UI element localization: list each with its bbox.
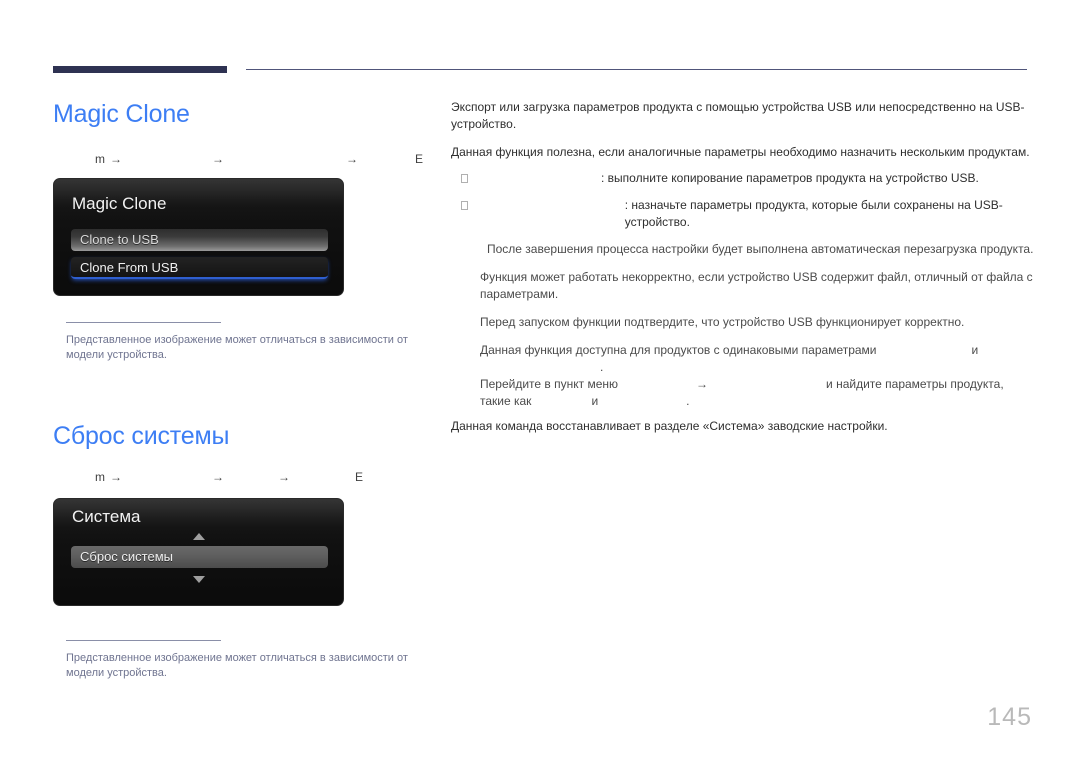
- osd-panel-system: Система Сброс системы: [53, 498, 344, 606]
- osd-item-clone-to-usb[interactable]: Clone to USB: [71, 229, 328, 251]
- magic-clone-intro-paragraph: Экспорт или загрузка параметров продукта…: [451, 100, 1025, 131]
- system-reset-intro-paragraph: Данная команда восстанавливает в разделе…: [451, 419, 888, 433]
- figure-caption-magic-clone: Представленное изображение может отличат…: [66, 322, 436, 363]
- menu-path-arrow-3: →: [278, 470, 290, 484]
- compat-inline-arrow-icon: →: [696, 377, 709, 391]
- magic-clone-note-2: Перед запуском функции подтвердите, что …: [480, 315, 965, 329]
- menu-enter-icon: E: [415, 152, 424, 166]
- caption-rule: [66, 640, 221, 641]
- compat-line1-and: и: [971, 343, 979, 357]
- menu-enter-icon: E: [355, 470, 364, 484]
- bullet-missing-glyph-icon: [461, 174, 468, 183]
- menu-path-arrow-3: →: [346, 152, 358, 166]
- magic-clone-usefulness-paragraph: Данная функция полезна, если аналогичные…: [451, 145, 1030, 159]
- page-title-magic-clone: Magic Clone: [53, 100, 190, 128]
- compat-line1-text: Данная функция доступна для продуктов с …: [480, 343, 877, 357]
- osd-title-magic-clone: Magic Clone: [72, 194, 167, 213]
- osd-item-system-reset[interactable]: Сброс системы: [71, 546, 328, 568]
- compat-line3-end: .: [686, 394, 690, 408]
- osd-panel-magic-clone: Magic Clone Clone to USB Clone From USB: [53, 178, 344, 296]
- header-rule: [246, 69, 1027, 70]
- menu-home-icon: m: [95, 152, 105, 166]
- compat-line2-text: Перейдите в пункт меню: [480, 377, 619, 391]
- menu-home-icon: m: [95, 470, 105, 484]
- figure-caption-system-reset: Представленное изображение может отличат…: [66, 640, 436, 681]
- magic-clone-note-1: Функция может работать некорректно, если…: [480, 270, 1033, 301]
- menu-path-arrow-1: →: [110, 470, 122, 484]
- header-accent-bar: [53, 66, 227, 73]
- osd-item-clone-from-usb[interactable]: Clone From USB: [71, 257, 328, 279]
- osd-scroll-up-icon[interactable]: [192, 533, 205, 540]
- list-item: : назначьте параметры продукта, которые …: [451, 197, 1051, 231]
- magic-clone-compat-note: Данная функция доступна для продуктов с …: [451, 342, 1051, 410]
- menu-path-system-reset: m → → → E: [95, 470, 455, 486]
- bullet-missing-glyph-icon: [461, 201, 468, 210]
- menu-path-arrow-2: →: [212, 470, 224, 484]
- compat-line3-and: и: [591, 394, 599, 408]
- bullet-text-1: : выполните копирование параметров проду…: [601, 171, 979, 185]
- menu-path-arrow-1: →: [110, 152, 122, 166]
- body-column-magic-clone: Экспорт или загрузка параметров продукта…: [451, 99, 1051, 421]
- list-item: : выполните копирование параметров проду…: [451, 170, 1051, 187]
- body-column-system-reset: Данная команда восстанавливает в разделе…: [451, 418, 1051, 446]
- osd-scroll-down-icon[interactable]: [192, 576, 205, 583]
- magic-clone-reboot-note: После завершения процесса настройки буде…: [487, 242, 1034, 256]
- osd-title-system: Система: [72, 507, 141, 526]
- compat-line3-text: такие как: [480, 394, 532, 408]
- caption-text: Представленное изображение может отличат…: [66, 334, 408, 361]
- page-title-system-reset: Сброс системы: [53, 422, 230, 450]
- caption-rule: [66, 322, 221, 323]
- page-number: 145: [987, 703, 1032, 731]
- menu-path-magic-clone: m → → → E: [95, 152, 455, 168]
- caption-text: Представленное изображение может отличат…: [66, 652, 408, 679]
- bullet-text-2: : назначьте параметры продукта, которые …: [624, 198, 1003, 229]
- compat-line1-end: .: [600, 360, 604, 374]
- menu-path-arrow-2: →: [212, 152, 224, 166]
- compat-line2-tail: и найдите параметры продукта,: [826, 377, 1004, 391]
